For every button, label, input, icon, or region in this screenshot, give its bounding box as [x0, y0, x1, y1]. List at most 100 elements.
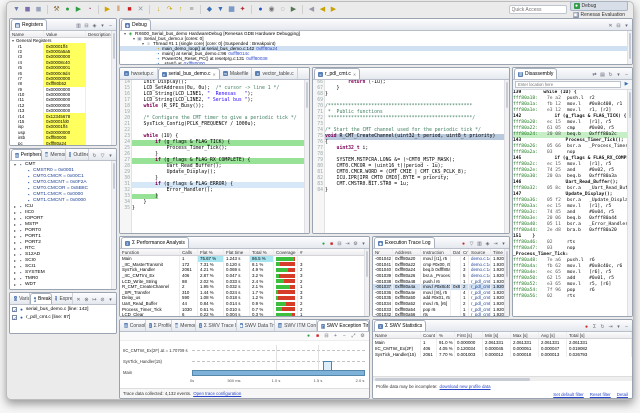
filter-icon[interactable]: ▽: [468, 241, 475, 248]
tab-peripherals[interactable]: ▤Peripherals: [11, 149, 42, 160]
pin-icon[interactable]: ◈: [91, 23, 98, 30]
filter-icon[interactable]: ▽: [99, 153, 106, 160]
run-icon[interactable]: ▶: [74, 5, 83, 14]
editor-left-code[interactable]: 1415161718192021222324252627282930313233…: [120, 80, 309, 233]
tab-console[interactable]: ▤Console: [121, 320, 146, 331]
tab-serial-bus-demo-c[interactable]: cserial_bus_demo.c✕: [158, 68, 220, 79]
stop-trace-icon[interactable]: ■: [314, 333, 321, 340]
minimize-icon[interactable]: –: [623, 324, 630, 331]
code-column[interactable]: Init_Display(); LCD_SetAddress(0u, 0u); …: [132, 80, 309, 233]
tab-breakpoints[interactable]: ●Breakpoints: [30, 293, 52, 304]
register-row[interactable]: pc0xfff80a24: [10, 140, 116, 145]
zoom-out-icon[interactable]: −: [341, 333, 348, 340]
line-number-gutter[interactable]: 1415161718192021222324252627282930313233…: [120, 80, 132, 233]
tab-r-pdl-cmt-c[interactable]: cr_pdl_cmt.c✕: [314, 68, 360, 79]
tab-hwsetup-c[interactable]: chwsetup.c: [121, 68, 158, 79]
code-column[interactable]: return (-1u); }}/***********************…: [325, 80, 509, 233]
footer-action-reset-filter[interactable]: Reset filter: [590, 392, 611, 397]
minimize-icon[interactable]: –: [623, 72, 630, 79]
back-icon[interactable]: ◀: [318, 5, 327, 14]
tab-execution-trace-log[interactable]: ◆Execution Trace Log: [374, 237, 435, 248]
instruction-step-icon[interactable]: ≡: [187, 5, 196, 14]
fit-icon[interactable]: ⤢: [350, 333, 357, 340]
go-to-file-icon[interactable]: ↦: [91, 297, 98, 304]
reset-icon[interactable]: ◆: [205, 5, 214, 14]
settings-icon[interactable]: ⚙: [359, 333, 366, 340]
view-menu-icon[interactable]: ▾: [99, 23, 106, 30]
performance-scrollbar[interactable]: [364, 249, 369, 316]
last-edit-icon[interactable]: ◀: [307, 5, 316, 14]
memory-icon[interactable]: ▦: [227, 5, 236, 14]
step-into-icon[interactable]: ↓: [154, 5, 163, 14]
show-columns-icon[interactable]: ▥: [75, 23, 82, 30]
go-to-address-icon[interactable]: ▶: [623, 81, 630, 88]
skip-all-icon[interactable]: ⊘: [99, 297, 106, 304]
stats-horizontal-scrollbar[interactable]: [373, 376, 632, 381]
disassembly-scrollbar[interactable]: [627, 90, 632, 316]
editor-scrollbar[interactable]: [504, 80, 509, 233]
tab-outline[interactable]: ≡Outline: [66, 149, 89, 160]
view-menu-icon[interactable]: ▾: [107, 297, 114, 304]
perspective-debug[interactable]: ●Debug: [570, 1, 628, 11]
registers-scrollbar[interactable]: [111, 31, 116, 145]
forward-icon[interactable]: ▶: [329, 5, 338, 14]
remove-all-terminated-icon[interactable]: ✕: [607, 23, 614, 30]
start-icon[interactable]: ●: [320, 241, 327, 248]
stats-row[interactable]: SysTick_Handler(15)20617.70 %0.0010030.0…: [373, 351, 632, 357]
tab-debug[interactable]: ◈Debug: [121, 19, 151, 30]
debug-scrollbar[interactable]: [627, 31, 632, 64]
exception-timeline-chart[interactable]: IIC_CMTInt_Ex(2F) Δt = 1.70709 sSysTick_…: [120, 341, 369, 388]
editor-right-code[interactable]: 66676869707172737475767778798081828384 r…: [313, 80, 509, 233]
sum-icon[interactable]: Σ: [591, 324, 598, 331]
breakpoint-item[interactable]: ✓●r_pdl_cmt.c [line: 87]: [10, 313, 116, 321]
peripherals-scrollbar[interactable]: [111, 161, 116, 289]
tab-disassembly[interactable]: ≣Disassembly: [514, 68, 557, 79]
view-menu-icon[interactable]: ▾: [615, 324, 622, 331]
tab-vector-table-c[interactable]: cvector_table.c: [252, 68, 297, 79]
save-icon[interactable]: ◼: [23, 5, 32, 14]
suspend-icon[interactable]: ‖: [114, 5, 123, 14]
tracelog-row[interactable]: -0010320xfff80a56rts5r_pdl_cmt.c:911.920…: [373, 312, 509, 316]
tracelog-scrollbar[interactable]: [504, 249, 509, 316]
lock-icon[interactable]: ◈: [484, 241, 491, 248]
new-file-icon[interactable]: ▼: [12, 5, 21, 14]
view-menu-icon[interactable]: ▾: [360, 241, 367, 248]
breakpoint-item[interactable]: ✓●serial_bus_demo.c [line: 142]: [10, 305, 116, 313]
remove-all-icon[interactable]: ⊗: [83, 297, 90, 304]
tab-variables[interactable]: ◇Variables: [11, 293, 30, 304]
editor-scrollbar[interactable]: [304, 80, 309, 233]
close-icon[interactable]: ✕: [212, 72, 215, 77]
view-menu-icon[interactable]: ▾: [615, 72, 622, 79]
performance-row[interactable]: LCD_Clear60.22 %0.004 s0.3 %1: [120, 312, 369, 316]
clear-icon[interactable]: ⊟: [336, 241, 343, 248]
record-icon[interactable]: ●: [460, 241, 467, 248]
refresh-icon[interactable]: ↻: [91, 153, 98, 160]
stop-icon[interactable]: ■: [328, 241, 335, 248]
trace-icon[interactable]: ✦: [238, 5, 247, 14]
profile-icon[interactable]: ◔: [85, 5, 94, 14]
disassembly-line[interactable]: fff80a56:02rts: [513, 294, 632, 300]
collapse-all-icon[interactable]: ⊟: [615, 23, 622, 30]
new-breakpoint-icon[interactable]: ●: [256, 5, 265, 14]
view-menu-icon[interactable]: ▾: [623, 23, 630, 30]
debug-tree-item[interactable]: ➝_start() at0xfff80000: [120, 61, 632, 64]
minimize-icon[interactable]: –: [107, 23, 114, 30]
collapse-all-icon[interactable]: ⊟: [83, 23, 90, 30]
step-over-icon[interactable]: ↷: [165, 5, 174, 14]
columns-icon[interactable]: ▥: [476, 241, 483, 248]
start-trace-icon[interactable]: ●: [305, 333, 312, 340]
watch-icon[interactable]: ◉: [267, 5, 276, 14]
view-menu-icon[interactable]: ▾: [500, 241, 507, 248]
save-all-icon[interactable]: ◼: [34, 5, 43, 14]
tab-swv-exception-timeline[interactable]: ◫SWV Exception Timeline: [317, 320, 369, 331]
tree-item[interactable]: ▸▪WDT: [10, 281, 116, 287]
external-tools-icon[interactable]: ▶: [289, 5, 298, 14]
tab-performance-analysis[interactable]: ΣΣ Performance Analysis: [121, 237, 189, 248]
tab-registers[interactable]: ▦Registers: [11, 19, 47, 30]
debug-icon[interactable]: ●: [63, 5, 72, 14]
refresh-icon[interactable]: ↻: [607, 72, 614, 79]
tab-makefile[interactable]: mMakefile: [220, 68, 253, 79]
tab-memory[interactable]: ▦Memory: [172, 320, 197, 331]
clear-icon[interactable]: ⊟: [323, 333, 330, 340]
footer-action-detail[interactable]: Detail: [617, 392, 628, 397]
